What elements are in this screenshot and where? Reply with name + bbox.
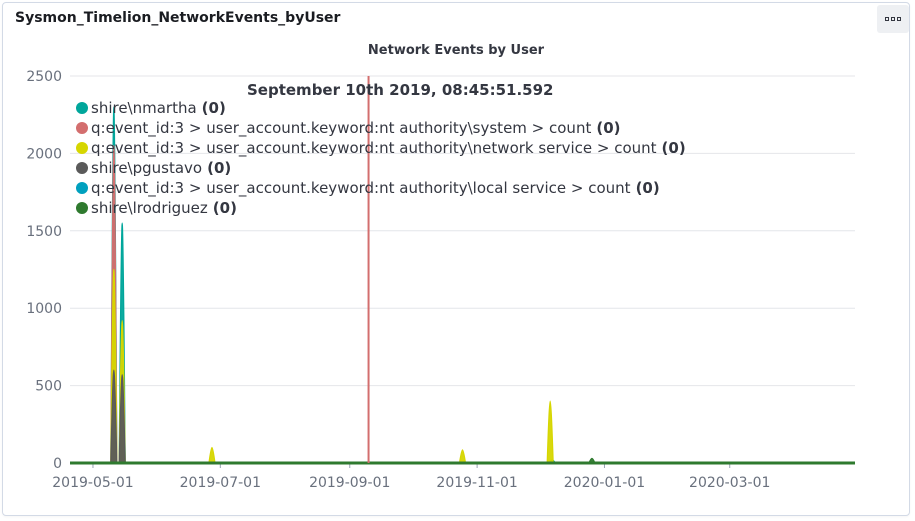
x-tick-label: 2020-01-01 — [564, 475, 645, 491]
y-tick-label: 1500 — [26, 224, 62, 240]
y-tick-label: 2000 — [26, 146, 62, 162]
y-tick-label: 2500 — [26, 69, 62, 85]
legend-label: q:event_id:3 > user_account.keyword:nt a… — [91, 179, 631, 197]
line-chart[interactable]: 0 500 1000 1500 2000 2500 2019-05-01 2019-07-01… — [0, 0, 915, 521]
x-tick-label: 2019-09-01 — [309, 475, 390, 491]
legend-label: q:event_id:3 > user_account.keyword:nt a… — [91, 119, 592, 137]
series-peak — [546, 400, 554, 464]
legend-item[interactable]: q:event_id:3 > user_account.keyword:nt a… — [76, 118, 686, 138]
legend-label: q:event_id:3 > user_account.keyword:nt a… — [91, 139, 657, 157]
legend-color-dot — [76, 142, 88, 154]
legend-color-dot — [76, 162, 88, 174]
legend-color-dot — [76, 202, 88, 214]
legend-count: (0) — [201, 99, 226, 117]
y-tick-label: 1000 — [26, 301, 62, 317]
legend-count: (0) — [207, 159, 232, 177]
series-peak — [458, 449, 467, 464]
legend-label: shire\pgustavo — [91, 159, 203, 177]
x-tick-label: 2019-07-01 — [180, 475, 261, 491]
legend-item[interactable]: q:event_id:3 > user_account.keyword:nt a… — [76, 138, 686, 158]
x-tick-label: 2020-03-01 — [689, 475, 770, 491]
legend-item[interactable]: shire\nmartha (0) — [76, 98, 686, 118]
legend-item[interactable]: q:event_id:3 > user_account.keyword:nt a… — [76, 178, 686, 198]
x-tick-label: 2019-11-01 — [436, 475, 517, 491]
legend-count: (0) — [212, 199, 237, 217]
legend-count: (0) — [635, 179, 660, 197]
legend-item[interactable]: shire\pgustavo (0) — [76, 158, 686, 178]
series-peak — [208, 446, 216, 464]
legend-count: (0) — [661, 139, 686, 157]
crosshair-timestamp: September 10th 2019, 08:45:51.592 — [247, 81, 554, 99]
legend-color-dot — [76, 122, 88, 134]
chart-legend: shire\nmartha (0) q:event_id:3 > user_acco… — [76, 98, 686, 218]
legend-label: shire\lrodriguez — [91, 199, 208, 217]
legend-count: (0) — [596, 119, 621, 137]
y-tick-label: 0 — [53, 456, 62, 472]
y-tick-label: 500 — [35, 379, 62, 395]
legend-color-dot — [76, 182, 88, 194]
x-tick-label: 2019-05-01 — [52, 475, 133, 491]
legend-label: shire\nmartha — [91, 99, 197, 117]
legend-color-dot — [76, 102, 88, 114]
legend-item[interactable]: shire\lrodriguez (0) — [76, 198, 686, 218]
